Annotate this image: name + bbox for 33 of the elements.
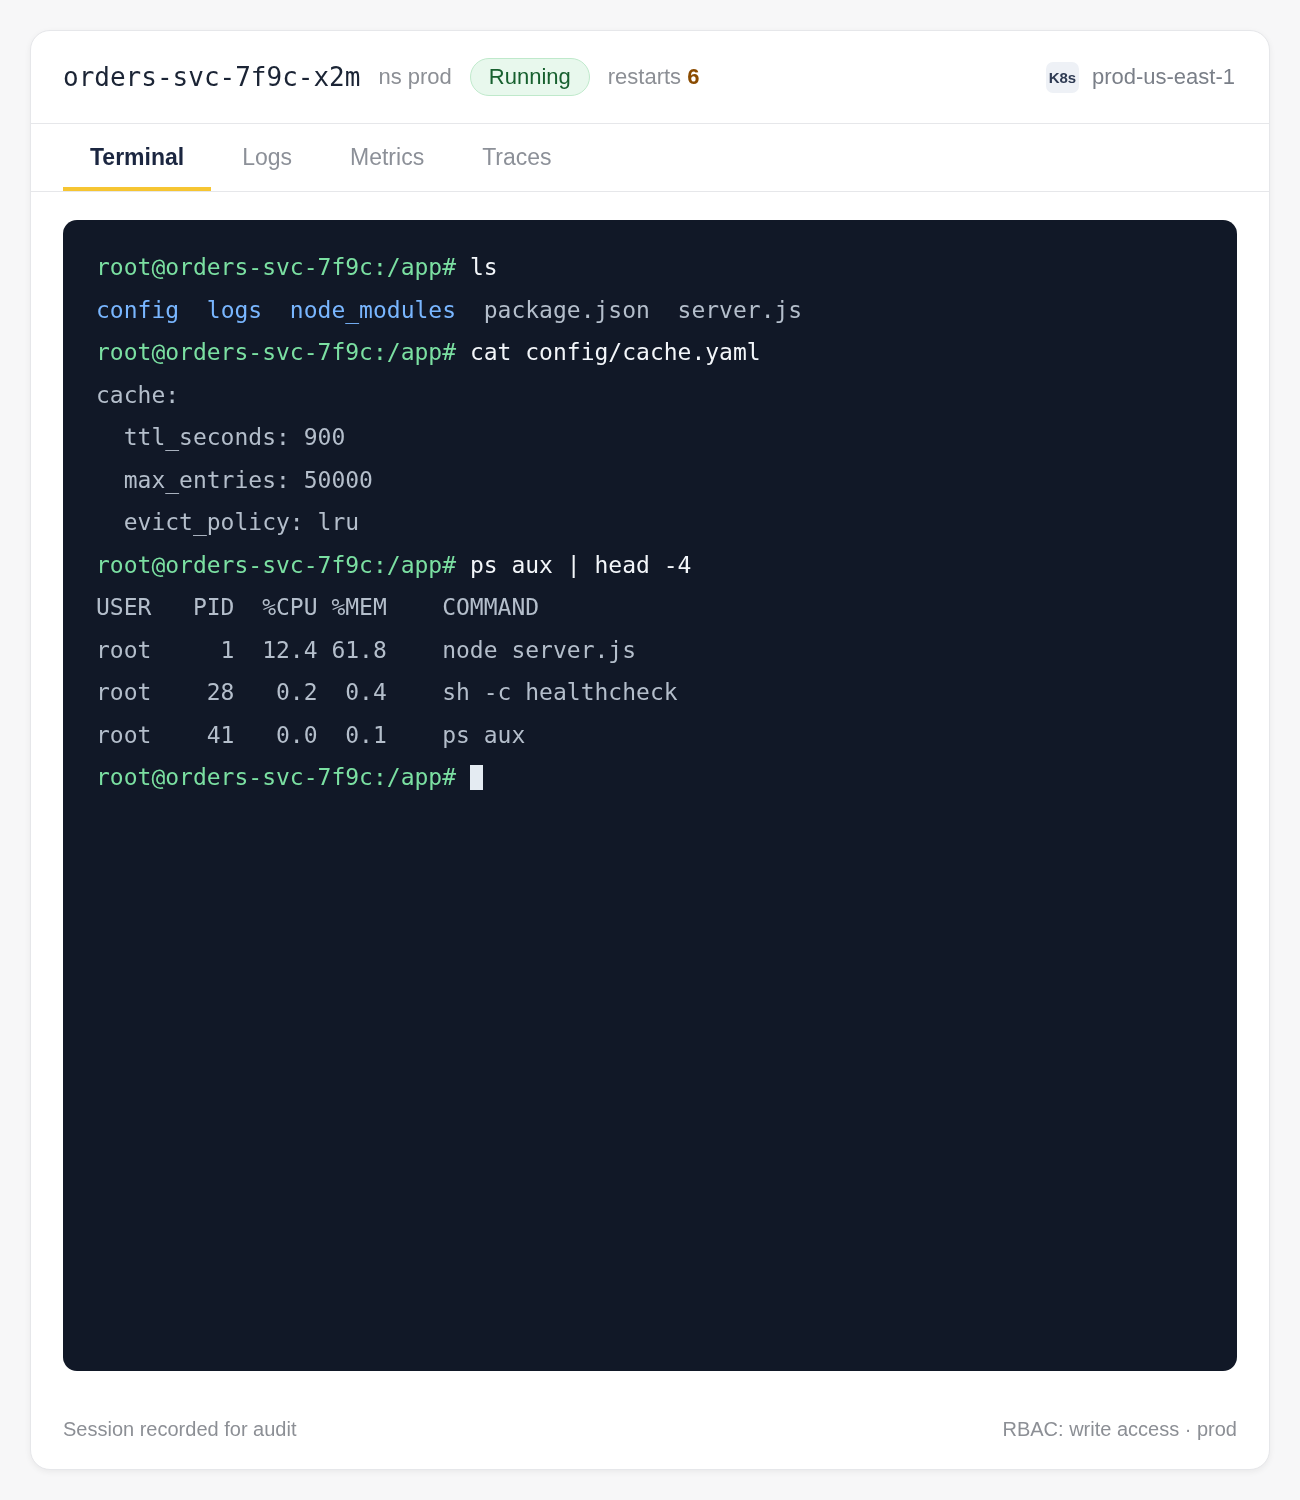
file-name: server.js	[677, 296, 803, 323]
shell-prompt: root@orders-svc-7f9c:/app#	[96, 764, 457, 791]
namespace-label: ns prod	[378, 64, 452, 90]
output-line: root 28 0.2 0.4 sh -c healthcheck	[96, 679, 678, 706]
shell-prompt: root@orders-svc-7f9c:/app#	[96, 254, 457, 281]
audit-note: Session recorded for audit	[63, 1417, 297, 1441]
directory-name: logs	[206, 296, 263, 323]
cluster-name: prod-us-east-1	[1091, 64, 1235, 90]
command-text: ps aux | head -4	[469, 551, 692, 578]
tab[interactable]: Metrics	[323, 124, 452, 191]
output-line: max_entries: 50000	[123, 466, 373, 493]
restart-count: restarts 6	[607, 64, 700, 90]
tab[interactable]: Logs	[215, 124, 320, 191]
output-line: evict_policy: lru	[123, 509, 360, 536]
tab[interactable]: Terminal	[63, 124, 212, 191]
shell-prompt: root@orders-svc-7f9c:/app#	[96, 551, 457, 578]
pod-name: orders-svc-7f9c-x2m	[63, 62, 361, 92]
output-line: USER PID %CPU %MEM COMMAND	[96, 594, 540, 621]
command-text: ls	[469, 254, 498, 281]
file-name: package.json	[483, 296, 650, 323]
output-line: cache:	[96, 381, 180, 408]
output-line: root 41 0.0 0.1 ps aux	[96, 721, 526, 748]
command-text: cat config/cache.yaml	[469, 339, 761, 366]
directory-name: config	[96, 296, 180, 323]
terminal-panel[interactable]	[63, 220, 1237, 1371]
shell-prompt: root@orders-svc-7f9c:/app#	[96, 339, 457, 366]
output-line: root 1 12.4 61.8 node server.js	[96, 636, 637, 663]
status-pill: Running	[469, 58, 590, 96]
output-line: ttl_seconds: 900	[123, 424, 346, 451]
directory-name: node_modules	[289, 296, 457, 323]
access-note: RBAC: write access · prod	[1002, 1417, 1237, 1441]
cluster-type-tag: K8s	[1045, 61, 1079, 93]
tab[interactable]: Traces	[455, 124, 579, 191]
